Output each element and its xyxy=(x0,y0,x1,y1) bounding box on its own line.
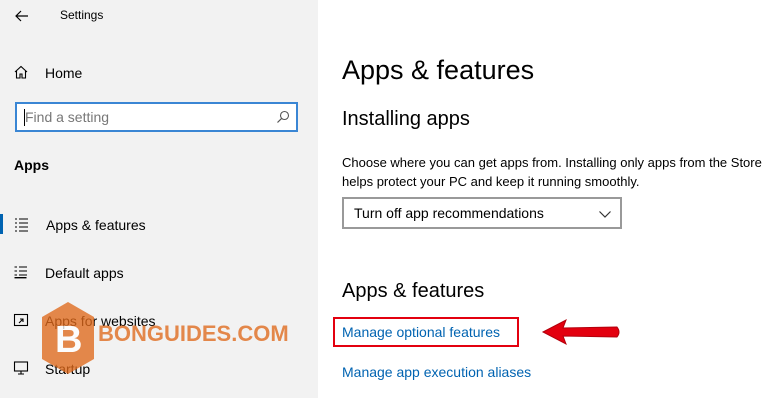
watermark: B BONGUIDES.COM xyxy=(40,300,289,376)
watermark-text: BONGUIDES.COM xyxy=(98,321,289,346)
back-arrow-icon xyxy=(15,10,28,22)
chevron-down-icon xyxy=(599,211,611,218)
red-arrow-annotation xyxy=(541,318,620,346)
nav-home[interactable]: Home xyxy=(0,56,318,88)
installing-apps-description: Choose where you can get apps from. Inst… xyxy=(342,155,762,189)
dropdown-value: Turn off app recommendations xyxy=(354,205,544,221)
sidebar-item-apps-features[interactable]: Apps & features xyxy=(0,208,318,240)
sidebar-item-default-apps[interactable]: Default apps xyxy=(0,256,318,288)
section-heading-apps: Apps xyxy=(14,157,49,173)
default-apps-icon xyxy=(12,263,30,281)
startup-icon xyxy=(12,359,30,377)
apps-features-heading: Apps & features xyxy=(342,280,485,302)
apps-for-websites-icon xyxy=(12,311,30,329)
svg-text:B: B xyxy=(55,319,82,361)
nav-home-label: Home xyxy=(45,65,83,81)
watermark-logo: B xyxy=(42,302,94,374)
search-box[interactable] xyxy=(15,102,298,132)
manage-optional-features-link[interactable]: Manage optional features xyxy=(342,324,500,340)
back-button[interactable] xyxy=(8,2,36,30)
search-input[interactable] xyxy=(25,108,265,126)
app-source-dropdown[interactable]: Turn off app recommendations xyxy=(342,197,622,229)
list-icon xyxy=(12,215,30,233)
installing-apps-heading: Installing apps xyxy=(342,108,470,130)
search-icon[interactable] xyxy=(276,110,290,124)
sidebar-item-label: Apps & features xyxy=(46,217,146,233)
sidebar-item-label: Default apps xyxy=(45,265,124,281)
active-indicator xyxy=(0,214,3,234)
page-title: Apps & features xyxy=(342,55,535,85)
app-title: Settings xyxy=(60,8,104,22)
manage-app-execution-aliases-link[interactable]: Manage app execution aliases xyxy=(342,364,531,380)
title-bar: Settings xyxy=(0,0,318,32)
home-icon xyxy=(12,63,30,81)
